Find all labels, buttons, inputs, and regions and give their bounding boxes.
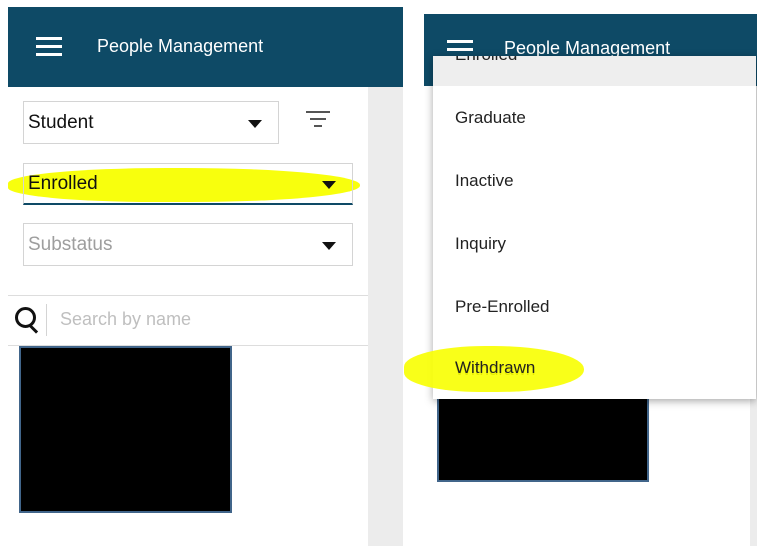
redacted-area [437,397,649,482]
type-select-value: Student [28,111,94,133]
search-separator [46,304,47,336]
search-input[interactable]: Search by name [60,309,191,330]
menu-item-enrolled[interactable]: Enrolled [433,56,756,86]
substatus-placeholder: Substatus [28,233,113,255]
filter-icon[interactable] [306,111,330,129]
menu-item-withdrawn-label[interactable]: Withdrawn [455,358,535,378]
menu-icon[interactable] [36,37,62,56]
menu-item-label: Graduate [455,107,526,127]
redacted-area [19,346,232,513]
caret-down-icon [322,241,336,250]
app-title: People Management [97,36,264,56]
menu-item-label: Pre-Enrolled [455,296,550,316]
caret-down-icon [248,119,262,128]
substatus-select[interactable]: Substatus [23,223,353,266]
search-icon[interactable] [15,307,41,334]
status-select[interactable]: Enrolled [23,163,353,205]
status-select-value: Enrolled [28,172,98,194]
type-select[interactable]: Student [23,101,279,144]
left-screenshot-panel: People Management Student Enrolled Subst… [8,7,403,546]
menu-item-inquiry[interactable]: Inquiry [433,212,756,275]
menu-item-inactive[interactable]: Inactive [433,149,756,212]
menu-item-graduate[interactable]: Graduate [433,86,756,149]
app-bar: People Management [8,7,403,87]
menu-item-label: Inquiry [455,233,507,253]
right-screenshot-panel: People Management Enrolled Graduate Inac… [424,14,757,546]
menu-item-label: Enrolled [455,56,517,65]
menu-item-pre-enrolled[interactable]: Pre-Enrolled [433,275,756,338]
menu-item-label: Inactive [455,170,514,190]
caret-down-icon [322,180,336,189]
background-strip [368,87,403,546]
divider [8,295,368,296]
